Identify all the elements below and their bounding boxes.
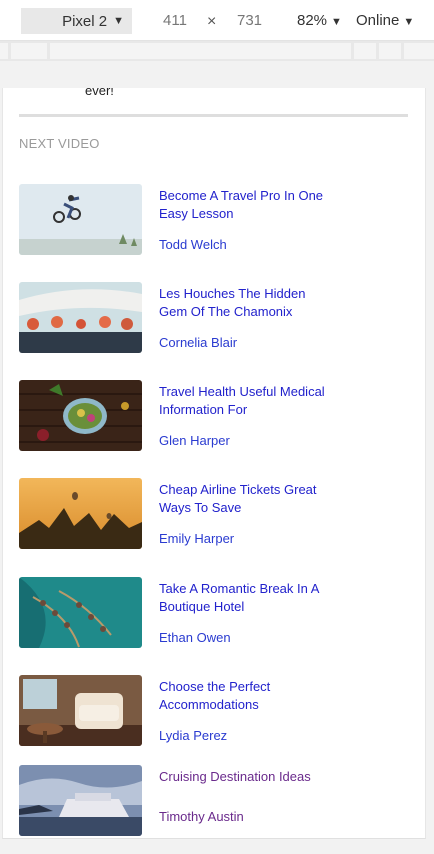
video-item[interactable]: Travel Health Useful Medical Information… [19, 380, 409, 452]
ruler-segment[interactable] [49, 43, 352, 59]
video-author-link[interactable]: Lydia Perez [159, 728, 227, 743]
ruler-segment[interactable] [379, 43, 402, 59]
video-title-link[interactable]: Become A Travel Pro In One Easy Lesson [159, 187, 329, 223]
video-author-link[interactable]: Cornelia Blair [159, 335, 237, 350]
viewport-height-input[interactable]: 731 [237, 12, 262, 29]
divider [19, 114, 408, 117]
video-title-link[interactable]: Cheap Airline Tickets Great Ways To Save [159, 481, 329, 517]
viewport-width-input[interactable]: 411 [163, 12, 187, 29]
video-item[interactable]: Les Houches The Hidden Gem Of The Chamon… [19, 282, 409, 354]
network-select[interactable]: Online ▼ [356, 12, 414, 29]
previous-text: ever! [85, 88, 114, 98]
device-toolbar: Pixel 2 ▼ 411 × 731 82% ▼ Online ▼ [0, 0, 434, 41]
video-author-link[interactable]: Timothy Austin [159, 809, 244, 824]
video-item[interactable]: Cruising Destination Ideas Timothy Austi… [19, 765, 409, 837]
chevron-down-icon: ▼ [331, 16, 342, 28]
video-author-link[interactable]: Ethan Owen [159, 630, 231, 645]
zoom-value: 82% [297, 12, 328, 29]
video-thumbnail[interactable] [19, 765, 142, 836]
video-title-link[interactable]: Les Houches The Hidden Gem Of The Chamon… [159, 285, 329, 321]
video-author-link[interactable]: Emily Harper [159, 531, 234, 546]
video-thumbnail[interactable] [19, 380, 142, 451]
video-author-link[interactable]: Todd Welch [159, 237, 227, 252]
section-label: NEXT VIDEO [19, 136, 100, 151]
video-item[interactable]: Choose the Perfect Accommodations Lydia … [19, 675, 409, 747]
ruler-segment[interactable] [354, 43, 377, 59]
video-title-link[interactable]: Take A Romantic Break In A Boutique Hote… [159, 580, 329, 616]
chevron-down-icon: ▼ [403, 16, 415, 28]
video-thumbnail[interactable] [19, 184, 142, 255]
times-icon: × [207, 13, 217, 30]
device-select[interactable]: Pixel 2 ▼ [21, 8, 132, 34]
ruler-segment[interactable] [0, 43, 8, 59]
video-item[interactable]: Become A Travel Pro In One Easy Lesson T… [19, 184, 409, 256]
zoom-select[interactable]: 82% ▼ [297, 12, 342, 29]
video-thumbnail[interactable] [19, 282, 142, 353]
ruler-segment[interactable] [404, 43, 434, 59]
video-title-link[interactable]: Choose the Perfect Accommodations [159, 678, 329, 714]
video-author-link[interactable]: Glen Harper [159, 433, 230, 448]
video-title-link[interactable]: Cruising Destination Ideas [159, 768, 329, 786]
ruler-segment[interactable] [10, 43, 47, 59]
chevron-down-icon: ▼ [113, 15, 124, 27]
media-query-ruler[interactable] [0, 41, 434, 61]
video-title-link[interactable]: Travel Health Useful Medical Information… [159, 383, 329, 419]
device-name: Pixel 2 [62, 12, 108, 30]
page-viewport[interactable]: ever! NEXT VIDEO Become A Travel Pro In … [2, 88, 426, 839]
network-value: Online [356, 12, 400, 29]
video-thumbnail[interactable] [19, 675, 142, 746]
video-thumbnail[interactable] [19, 478, 142, 549]
video-item[interactable]: Cheap Airline Tickets Great Ways To Save… [19, 478, 409, 550]
video-thumbnail[interactable] [19, 577, 142, 648]
video-item[interactable]: Take A Romantic Break In A Boutique Hote… [19, 577, 409, 649]
